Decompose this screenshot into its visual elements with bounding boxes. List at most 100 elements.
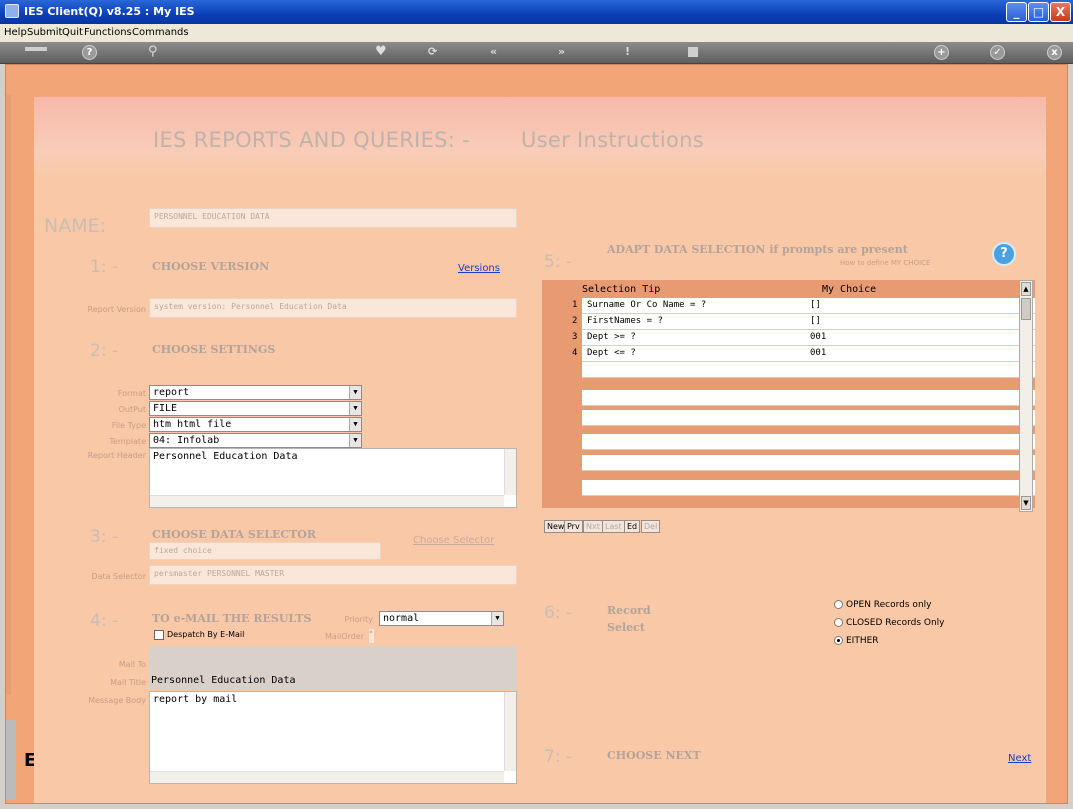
key-icon[interactable] bbox=[25, 47, 47, 51]
section3-number: 3: - bbox=[90, 527, 119, 547]
grid-row-empty[interactable] bbox=[582, 390, 1035, 406]
report-version-label: Report Version bbox=[87, 305, 146, 314]
grid-row-empty[interactable] bbox=[582, 410, 1035, 426]
radio-closed-records[interactable]: CLOSED Records Only bbox=[834, 618, 945, 628]
grid-scrollbar[interactable]: ▲ ▼ bbox=[1019, 280, 1033, 512]
minimize-button[interactable]: _ bbox=[1006, 2, 1027, 22]
fixed-choice-field[interactable]: fixed choice bbox=[149, 542, 381, 560]
vertical-scrollbar[interactable] bbox=[504, 449, 516, 495]
help-icon[interactable]: ? bbox=[82, 45, 97, 60]
chevron-down-icon: ▼ bbox=[349, 418, 361, 431]
section1-number: 1: - bbox=[90, 257, 119, 277]
heart-icon[interactable]: ♥ bbox=[375, 44, 387, 59]
priority-select[interactable]: normal ▼ bbox=[379, 611, 504, 626]
format-select[interactable]: report ▼ bbox=[149, 385, 362, 400]
scroll-up-icon[interactable]: ▲ bbox=[1021, 282, 1031, 296]
delete-button[interactable]: Del bbox=[641, 520, 661, 533]
row-choice[interactable]: 001 bbox=[810, 346, 826, 361]
vertical-scrollbar[interactable] bbox=[504, 692, 516, 771]
grid-row-empty[interactable] bbox=[582, 434, 1035, 450]
menu-bar: Help Submit Quit Functions Commands bbox=[0, 24, 1073, 42]
output-value: FILE bbox=[153, 403, 178, 414]
horizontal-scrollbar[interactable] bbox=[150, 495, 504, 507]
radio-dot[interactable] bbox=[834, 618, 843, 627]
name-label: NAME: bbox=[44, 215, 107, 237]
row-number: 3 bbox=[572, 332, 578, 342]
message-body-label: Message Body bbox=[88, 696, 146, 705]
maximize-button[interactable]: □ bbox=[1028, 2, 1049, 22]
grid-header: Selection Tip My Choice bbox=[582, 284, 1035, 296]
plus-icon[interactable]: + bbox=[934, 45, 949, 60]
fast-forward-icon[interactable]: » bbox=[558, 45, 565, 58]
message-body-textarea[interactable]: report by mail bbox=[149, 691, 517, 784]
panel-header: IES REPORTS AND QUERIES: - User Instruct… bbox=[34, 97, 1046, 177]
row-choice[interactable]: 001 bbox=[810, 330, 826, 345]
versions-link[interactable]: Versions bbox=[458, 263, 500, 274]
check-icon[interactable]: ✓ bbox=[990, 45, 1005, 60]
radio-open-label: OPEN Records only bbox=[846, 600, 932, 610]
grid-row[interactable]: Dept <= ? 001 bbox=[582, 346, 1035, 362]
prev-button[interactable]: Prv bbox=[564, 520, 583, 533]
close-button[interactable]: X bbox=[1050, 2, 1071, 22]
output-select[interactable]: FILE ▼ bbox=[149, 401, 362, 416]
help-icon[interactable]: ? bbox=[992, 242, 1016, 266]
template-select[interactable]: 04: Infolab ▼ bbox=[149, 433, 362, 448]
section2-title: CHOOSE SETTINGS bbox=[152, 343, 276, 356]
radio-closed-label: CLOSED Records Only bbox=[846, 618, 945, 628]
howto-link[interactable]: How to define MY CHOICE bbox=[840, 259, 930, 267]
scroll-down-icon[interactable]: ▼ bbox=[1021, 496, 1031, 510]
page-title: IES REPORTS AND QUERIES: - bbox=[153, 128, 471, 152]
window-title: IES Client(Q) v8.25 : My IES bbox=[24, 5, 195, 18]
page-subtitle: User Instructions bbox=[521, 128, 704, 152]
radio-dot-selected[interactable] bbox=[834, 636, 843, 645]
menu-functions[interactable]: Functions bbox=[84, 27, 132, 38]
menu-quit[interactable]: Quit bbox=[62, 27, 83, 38]
radio-dot[interactable] bbox=[834, 600, 843, 609]
mail-title-value[interactable]: Personnel Education Data bbox=[151, 675, 296, 686]
horizontal-scrollbar[interactable] bbox=[150, 771, 504, 783]
left-sidebar bbox=[6, 720, 16, 800]
exclaim-icon[interactable]: ! bbox=[625, 45, 630, 58]
last-button[interactable]: Last bbox=[602, 520, 625, 533]
data-selector-field[interactable]: persmaster PERSONNEL MASTER bbox=[149, 565, 517, 585]
search-icon[interactable]: ⚲ bbox=[148, 44, 158, 59]
report-header-textarea[interactable]: Personnel Education Data bbox=[149, 448, 517, 508]
chevron-down-icon: ▼ bbox=[349, 402, 361, 415]
menu-help[interactable]: Help bbox=[4, 27, 27, 38]
priority-value: normal bbox=[383, 613, 420, 624]
next-link[interactable]: Next bbox=[1008, 753, 1031, 764]
chevron-down-icon: ▼ bbox=[349, 386, 361, 399]
grid-row-empty[interactable] bbox=[582, 455, 1035, 471]
row-number: 1 bbox=[572, 300, 578, 310]
stop-icon[interactable] bbox=[688, 47, 698, 57]
row-choice[interactable]: [] bbox=[810, 314, 821, 329]
rewind-icon[interactable]: « bbox=[490, 45, 497, 58]
grid-row-empty[interactable] bbox=[582, 362, 1035, 378]
grid-row[interactable]: Surname Or Co Name = ? [] bbox=[582, 298, 1035, 314]
edit-button[interactable]: Ed bbox=[624, 520, 641, 533]
filetype-select[interactable]: htm html file ▼ bbox=[149, 417, 362, 432]
report-version-field[interactable]: system version: Personnel Education Data bbox=[149, 298, 517, 318]
row-choice[interactable]: [] bbox=[810, 298, 821, 313]
grid-row[interactable]: Dept >= ? 001 bbox=[582, 330, 1035, 346]
data-selector-label: Data Selector bbox=[91, 572, 146, 581]
choose-selector-link[interactable]: Choose Selector bbox=[413, 535, 494, 546]
grid-row-empty[interactable] bbox=[582, 480, 1035, 496]
name-field[interactable]: PERSONNEL EDUCATION DATA bbox=[149, 208, 517, 228]
instructions-panel: IES REPORTS AND QUERIES: - User Instruct… bbox=[34, 97, 1046, 803]
grid-row[interactable]: FirstNames = ? [] bbox=[582, 314, 1035, 330]
scroll-thumb[interactable] bbox=[1021, 298, 1031, 320]
menu-commands[interactable]: Commands bbox=[132, 27, 189, 38]
mailorder-field[interactable]: * bbox=[369, 629, 374, 643]
row-tip: Surname Or Co Name = ? bbox=[587, 300, 707, 310]
menu-submit[interactable]: Submit bbox=[27, 27, 62, 38]
window-titlebar: IES Client(Q) v8.25 : My IES _ □ X bbox=[0, 0, 1073, 24]
next-row-button[interactable]: Nxt bbox=[583, 520, 603, 533]
chevron-down-icon: ▼ bbox=[491, 612, 503, 625]
refresh-icon[interactable]: ⟳ bbox=[428, 45, 437, 58]
despatch-checkbox[interactable] bbox=[154, 630, 164, 640]
radio-either[interactable]: EITHER bbox=[834, 636, 879, 646]
exit-icon[interactable]: x bbox=[1047, 45, 1062, 60]
radio-open-records[interactable]: OPEN Records only bbox=[834, 600, 931, 610]
toolbar: ? ⚲ ♥ ⟳ « » ! + ✓ x bbox=[0, 42, 1073, 64]
